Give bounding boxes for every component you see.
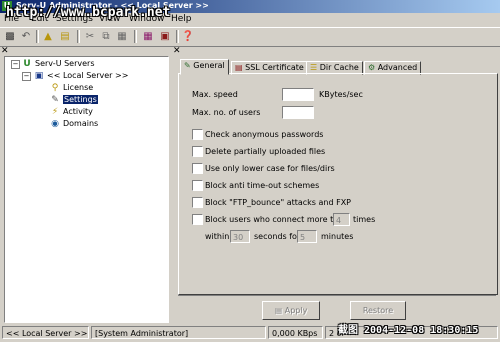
general-tab-panel: Max. speed KBytes/sec Max. no. of users …: [178, 73, 498, 295]
timestamp-overlay: 截图 2004-12-08 18:30:15: [338, 325, 479, 336]
panel-splitter[interactable]: [169, 46, 173, 324]
tree-item-activity[interactable]: ⚡ Activity: [50, 106, 93, 117]
folder-up-icon[interactable]: ▲: [41, 30, 55, 43]
tree-root-label: Serv-U Servers: [35, 59, 95, 68]
tree-item-domains[interactable]: ◉ Domains: [50, 118, 98, 129]
max-users-label: Max. no. of users: [192, 108, 261, 117]
toolbar: ▩ ↶ ▲ ▤ ✂ ⧉ ▦ ▦ ▣ ❓: [0, 27, 500, 47]
tree-root[interactable]: U Serv-U Servers: [22, 58, 95, 69]
key-icon: ⚲: [51, 82, 59, 93]
help-icon[interactable]: ❓: [181, 30, 195, 43]
copy-icon[interactable]: ⧉: [99, 30, 113, 43]
max-speed-unit: KBytes/sec: [319, 90, 363, 99]
apply-label: Apply: [284, 306, 308, 315]
tab-general[interactable]: ✎ General: [180, 59, 229, 75]
block-ftp-bounce-checkbox[interactable]: [192, 197, 203, 208]
block-users-connect-checkbox[interactable]: [192, 214, 203, 225]
settings-icon: ✎: [51, 94, 59, 105]
max-speed-label: Max. speed: [192, 90, 238, 99]
certificate-icon: ▤: [235, 63, 243, 72]
tab-label: Advanced: [377, 63, 418, 72]
max-users-input[interactable]: [282, 106, 314, 119]
block-minutes-input[interactable]: 5: [297, 230, 317, 243]
folder-icon[interactable]: ▤: [58, 30, 72, 43]
tree-item-label: Activity: [63, 107, 93, 116]
option-label: Block users who connect more than: [205, 215, 349, 224]
option-label: Use only lower case for files/dirs: [205, 164, 335, 173]
panel-close-icon[interactable]: ✕: [173, 46, 181, 56]
option-label: Delete partially uploaded files: [205, 147, 326, 156]
computer-icon: ▣: [34, 70, 44, 81]
block-times-input[interactable]: 4: [333, 213, 350, 226]
tab-label: SSL Certificate: [245, 63, 304, 72]
status-user: [System Administrator]: [91, 326, 266, 339]
status-speed: 0,000 KBps: [268, 326, 323, 339]
max-speed-input[interactable]: [282, 88, 314, 101]
button-area: ▤ Apply Restore: [178, 295, 496, 323]
save-icon[interactable]: ▩: [3, 30, 17, 43]
lower-case-files-checkbox[interactable]: [192, 163, 203, 174]
tree-item-license[interactable]: ⚲ License: [50, 82, 93, 93]
seconds-for-label: seconds for: [254, 232, 301, 241]
tree-item-label: License: [63, 83, 94, 92]
watermark-text: http://www.bcpark.net: [6, 5, 171, 20]
cut-icon[interactable]: ✂: [83, 30, 97, 43]
undo-icon[interactable]: ↶: [19, 30, 33, 43]
tree-server-label: << Local Server >>: [47, 71, 129, 80]
activity-icon: ⚡: [51, 106, 59, 117]
server-icon[interactable]: ▣: [158, 30, 172, 43]
menu-help[interactable]: Help: [171, 14, 192, 24]
settings-tabs: ✎ General ▤ SSL Certificate ☰ Dir Cache …: [178, 59, 498, 75]
cache-icon: ☰: [310, 63, 318, 72]
within-seconds-input[interactable]: 30: [230, 230, 250, 243]
tree-server[interactable]: ▣ << Local Server >>: [34, 70, 129, 81]
collapse-icon[interactable]: −: [11, 60, 20, 69]
block-anti-timeout-checkbox[interactable]: [192, 180, 203, 191]
option-label: Block "FTP_bounce" attacks and FXP: [205, 198, 352, 207]
globe-icon: ◉: [51, 118, 59, 129]
status-server: << Local Server >>: [2, 326, 89, 339]
tree-item-label: Settings: [63, 95, 98, 104]
delete-partial-uploads-checkbox[interactable]: [192, 146, 203, 157]
apply-button[interactable]: ▤ Apply: [262, 301, 320, 320]
check-anonymous-passwords-checkbox[interactable]: [192, 129, 203, 140]
restore-button[interactable]: Restore: [350, 301, 406, 320]
tree-close-icon[interactable]: ✕: [1, 46, 9, 56]
times-label: times: [353, 215, 376, 224]
server-tree: − U Serv-U Servers − ▣ << Local Server >> …: [4, 56, 169, 323]
tab-label: General: [193, 61, 225, 70]
serv-u-icon: U: [23, 58, 31, 69]
option-label: Check anonymous passwords: [205, 130, 324, 139]
tree-item-settings[interactable]: ✎ Settings: [50, 94, 98, 105]
advanced-icon: ⚙: [368, 63, 376, 72]
tree-item-label: Domains: [63, 119, 99, 128]
minutes-label: minutes: [321, 232, 354, 241]
paste-icon[interactable]: ▦: [115, 30, 129, 43]
apply-icon: ▤: [274, 306, 283, 315]
book-icon[interactable]: ▦: [141, 30, 155, 43]
within-label: within: [205, 232, 230, 241]
general-tab-icon: ✎: [184, 61, 191, 70]
option-label: Block anti time-out schemes: [205, 181, 320, 190]
tab-label: Dir Cache: [319, 63, 359, 72]
collapse-icon[interactable]: −: [22, 72, 31, 81]
